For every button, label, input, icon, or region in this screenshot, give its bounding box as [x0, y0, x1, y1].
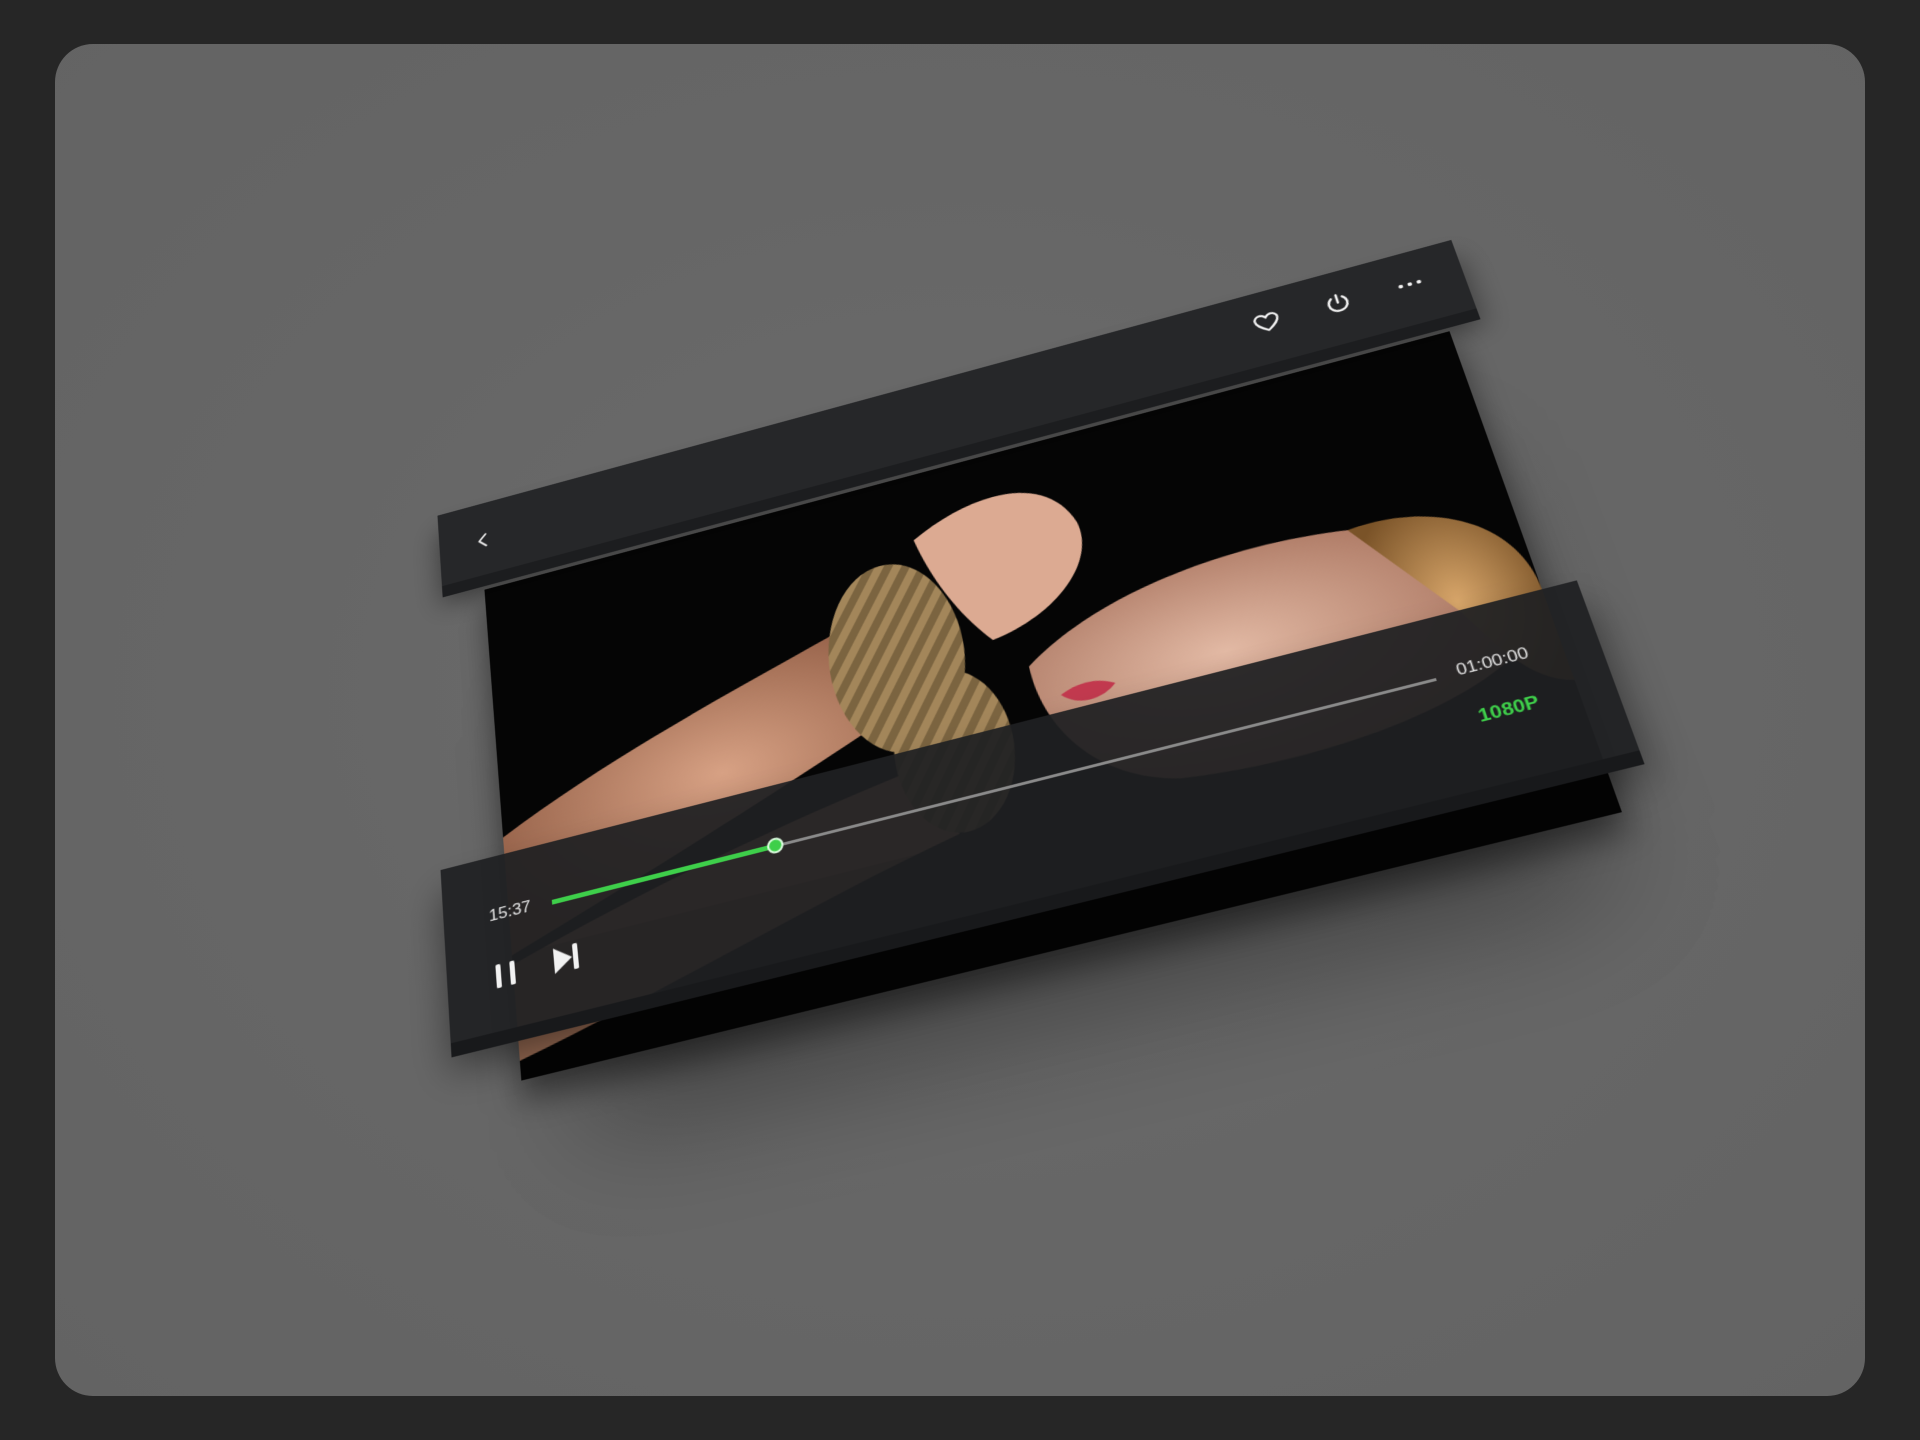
skip-next-icon[interactable]: [550, 939, 583, 978]
top-actions: [1250, 270, 1427, 337]
quality-button[interactable]: 1080P: [1476, 692, 1543, 728]
current-time: 15:37: [488, 897, 531, 927]
mockup-frame: 15:37 01:00:00 1080P: [55, 44, 1865, 1396]
perspective-scene: 15:37 01:00:00 1080P: [55, 44, 1865, 1396]
more-dots-icon[interactable]: [1393, 270, 1428, 299]
video-player-card: 15:37 01:00:00 1080P: [465, 296, 1644, 1085]
chevron-left-icon[interactable]: [473, 529, 494, 552]
power-icon[interactable]: [1321, 289, 1355, 318]
progress-thumb[interactable]: [766, 836, 784, 855]
total-time: 01:00:00: [1454, 643, 1532, 680]
progress-fill: [552, 844, 775, 905]
pause-icon[interactable]: [492, 956, 520, 992]
heart-icon[interactable]: [1250, 309, 1283, 338]
